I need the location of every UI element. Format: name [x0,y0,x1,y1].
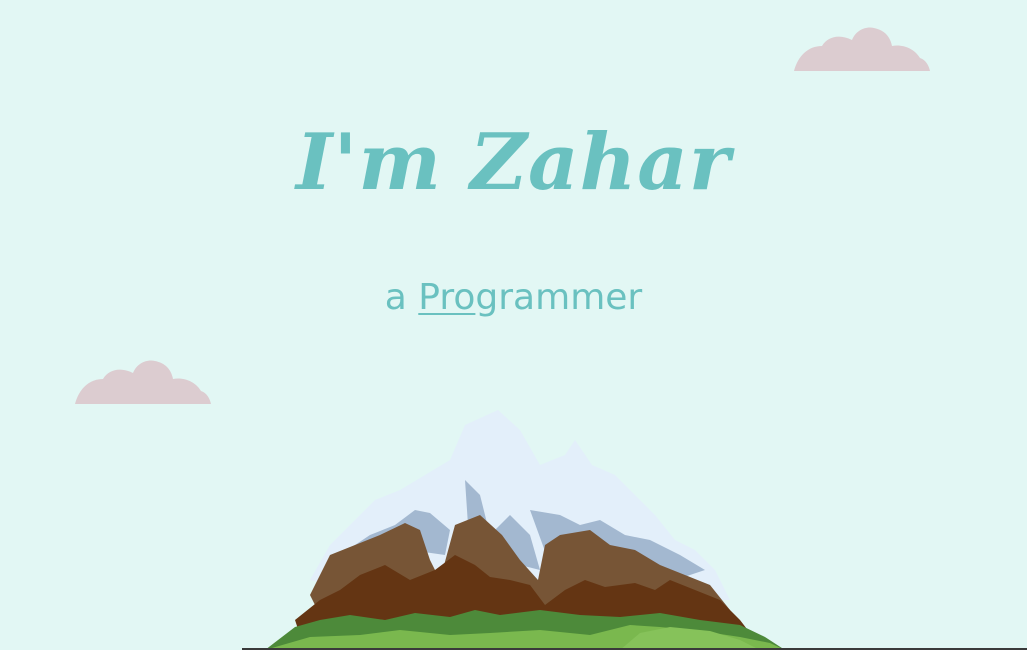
typed-role: Programmer [418,277,642,318]
cloud-icon [794,27,930,71]
subtitle-prefix: a [384,277,407,318]
typed-role-rest: grammer [475,277,643,318]
typed-role-underlined: Pro [418,277,476,318]
page-title: I'm Zahar [296,117,731,208]
subtitle: a Programmer [0,276,1027,319]
mountain-illustration [265,410,785,650]
hero-scene: I'm Zahar a Programmer [0,0,1027,650]
cloud-icon [75,360,211,404]
